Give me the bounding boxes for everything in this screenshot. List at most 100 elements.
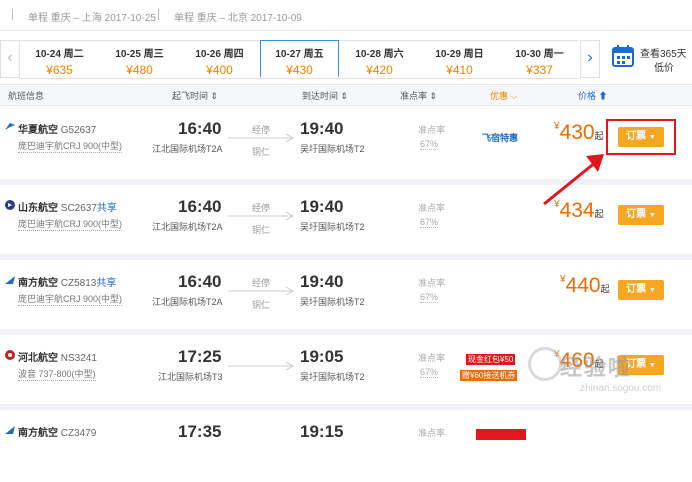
ontime-label: 准点率	[418, 203, 446, 213]
airline-name: 南方航空 CZ3479	[18, 428, 97, 439]
date-label: 10-26 周四	[195, 49, 244, 60]
watermark-text: 经验啦	[560, 355, 633, 380]
date-tab[interactable]: 10-29 周日 ¥410	[420, 41, 499, 78]
stop-city: 铜仁	[252, 225, 271, 235]
airline-logo-icon	[5, 200, 15, 210]
ontime-value[interactable]: 67%	[420, 367, 439, 378]
aircraft-type[interactable]: 波音 737-800(中型)	[18, 367, 96, 381]
depart-time: 16:40	[178, 197, 222, 216]
airline-name: 南方航空 CZ5813共享	[18, 278, 117, 289]
filter-offers[interactable]: 优惠 ⌵	[490, 89, 517, 102]
sort-ontime-rate[interactable]: 准点率 ⇕	[400, 89, 437, 102]
watermark-url: zhinan.sogou.com	[580, 383, 662, 394]
stop-city: 铜仁	[252, 300, 271, 310]
depart-time: 17:35	[178, 422, 222, 441]
next-dates-button[interactable]: ›	[580, 40, 600, 78]
calendar-label: 查看365天	[640, 49, 687, 60]
arrive-time: 19:40	[300, 272, 344, 291]
calendar-sublabel: 低价	[654, 63, 674, 74]
route-arrow-icon	[228, 287, 294, 295]
watermark-logo-icon	[528, 347, 562, 381]
depart-airport: 江北国际机场T2A	[152, 144, 223, 154]
calendar-icon	[612, 45, 634, 67]
promo-link[interactable]: 飞宿特惠	[482, 131, 518, 144]
date-price: ¥337	[526, 63, 553, 77]
sort-price[interactable]: 价格 ⬆	[578, 89, 608, 102]
airline-name: 华夏航空 G52637	[18, 125, 97, 136]
arrive-time: 19:40	[300, 119, 344, 138]
annotation-arrow	[543, 154, 604, 206]
coupon-tag[interactable]	[476, 429, 526, 440]
depart-airport: 江北国际机场T3	[158, 372, 223, 382]
separator	[12, 9, 13, 20]
date-price-bar: ‹ 10-24 周二 ¥635 10-25 周三 ¥480 10-26 周四 ¥…	[0, 40, 692, 79]
route-arrow-icon	[228, 134, 294, 142]
airline-name: 河北航空 NS3241	[18, 353, 97, 364]
date-label: 10-25 周三	[115, 49, 164, 60]
book-button[interactable]: 订票 ▼	[618, 280, 664, 300]
date-tab[interactable]: 10-25 周三 ¥480	[100, 41, 179, 78]
depart-airport: 江北国际机场T2A	[152, 222, 223, 232]
ontime-label: 准点率	[418, 278, 446, 288]
transfer-coupon-tag[interactable]: 赠¥60接送机券	[460, 370, 518, 381]
ontime-value[interactable]: 67%	[420, 292, 439, 303]
recent-trip-link[interactable]: 单程 重庆 – 上海 2017-10-25	[28, 9, 156, 24]
arrive-airport: 吴圩国际机场T2	[300, 372, 365, 382]
date-price: ¥430	[286, 63, 313, 77]
cash-coupon-tag[interactable]: 现金红包¥50	[466, 354, 516, 365]
arrive-airport: 吴圩国际机场T2	[300, 222, 365, 232]
price: ¥440起	[560, 274, 610, 297]
low-price-calendar-button[interactable]: 查看365天 低价	[602, 40, 692, 77]
date-price: ¥410	[446, 63, 473, 77]
arrive-airport: 吴圩国际机场T2	[300, 144, 365, 154]
airline-logo-icon	[5, 276, 15, 284]
watermark: 经验啦 zhinan.sogou.com	[520, 345, 690, 405]
highlight-box	[606, 119, 676, 155]
airline-logo-icon	[5, 426, 15, 434]
aircraft-type[interactable]: 庞巴迪宇航CRJ 900(中型)	[18, 217, 123, 231]
sort-depart-time[interactable]: 起飞时间 ⇕	[172, 89, 218, 102]
prev-dates-button[interactable]: ‹	[0, 40, 20, 78]
arrive-time: 19:40	[300, 197, 344, 216]
book-button[interactable]: 订票 ▼	[618, 205, 664, 225]
date-price: ¥420	[366, 63, 393, 77]
separator	[158, 9, 159, 20]
stop-city: 铜仁	[252, 147, 271, 157]
airline-logo-icon	[5, 123, 15, 130]
aircraft-type[interactable]: 庞巴迪宇航CRJ 900(中型)	[18, 292, 123, 306]
airline-logo-icon	[5, 350, 15, 360]
sort-arrive-time[interactable]: 到达时间 ⇕	[302, 89, 348, 102]
results-header: 航班信息 起飞时间 ⇕ 到达时间 ⇕ 准点率 ⇕ 优惠 ⌵ 价格 ⬆	[0, 84, 692, 106]
date-tab[interactable]: 10-26 周四 ¥400	[180, 41, 259, 78]
airline-name: 山东航空 SC2637共享	[18, 203, 117, 214]
arrive-time: 19:15	[300, 422, 344, 441]
date-tab-selected[interactable]: 10-27 周五 ¥430	[260, 40, 339, 78]
date-tab[interactable]: 10-30 周一 ¥337	[500, 41, 579, 78]
date-tab[interactable]: 10-28 周六 ¥420	[340, 41, 419, 78]
date-price: ¥635	[46, 63, 73, 77]
depart-time: 16:40	[178, 272, 222, 291]
date-label: 10-29 周日	[435, 49, 484, 60]
ontime-label: 准点率	[418, 125, 446, 135]
depart-time: 16:40	[178, 119, 222, 138]
date-label: 10-30 周一	[515, 49, 564, 60]
price: ¥430起	[554, 121, 604, 144]
aircraft-type[interactable]: 庞巴迪宇航CRJ 900(中型)	[18, 139, 123, 153]
flight-row: 南方航空 CZ3479 17:35 19:15 准点率	[0, 410, 692, 482]
ontime-value[interactable]: 67%	[420, 139, 439, 150]
recent-trip-link[interactable]: 单程 重庆 – 北京 2017-10-09	[174, 9, 302, 24]
route-arrow-icon	[228, 212, 294, 220]
date-price: ¥400	[206, 63, 233, 77]
date-label: 10-28 周六	[355, 49, 404, 60]
depart-airport: 江北国际机场T2A	[152, 297, 223, 307]
date-label: 10-24 周二	[35, 49, 84, 60]
recent-search-bar: 单程 重庆 – 上海 2017-10-25 单程 重庆 – 北京 2017-10…	[0, 0, 692, 31]
arrive-time: 19:05	[300, 347, 344, 366]
ontime-label: 准点率	[418, 353, 446, 363]
date-label: 10-27 周五	[275, 49, 324, 60]
ontime-value[interactable]: 67%	[420, 217, 439, 228]
depart-time: 17:25	[178, 347, 222, 366]
date-price: ¥480	[126, 63, 153, 77]
date-tab[interactable]: 10-24 周二 ¥635	[20, 41, 99, 78]
flight-row: 南方航空 CZ5813共享 庞巴迪宇航CRJ 900(中型) 16:40 江北国…	[0, 260, 692, 332]
